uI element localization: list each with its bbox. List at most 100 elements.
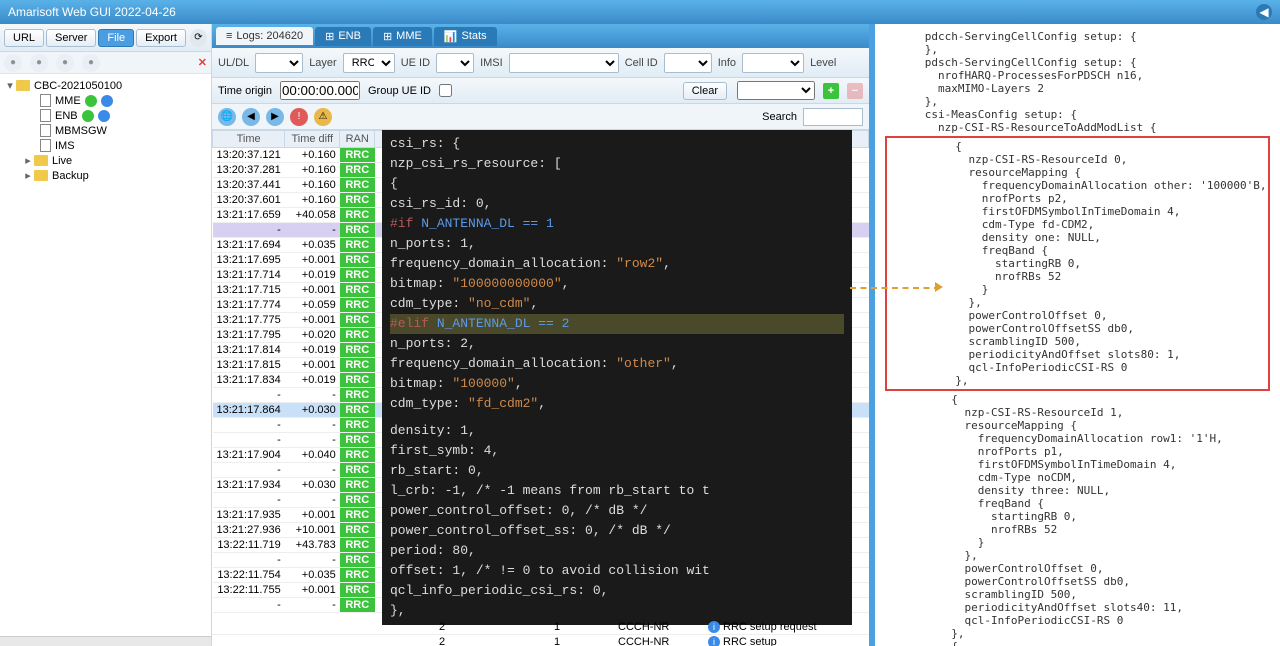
cell-diff: - [285, 388, 340, 403]
remove-filter-button[interactable]: − [847, 83, 863, 99]
page-icon [40, 94, 51, 107]
search-input[interactable] [803, 108, 863, 126]
filter-select[interactable] [737, 81, 815, 100]
tab-logs[interactable]: ≡Logs: 204620 [216, 27, 313, 45]
tab-enb[interactable]: ⊞ENB [315, 27, 371, 46]
tab-mme[interactable]: ⊞ MME [373, 27, 432, 46]
col-ran[interactable]: RAN [340, 131, 375, 148]
cell-time: 13:21:17.715 [213, 283, 285, 298]
cell-ran: RRC [340, 148, 375, 163]
cell-time: 13:21:17.904 [213, 448, 285, 463]
tree-item-ims[interactable]: IMS [40, 138, 207, 153]
next-icon[interactable]: ▶ [266, 108, 284, 126]
close-icon[interactable]: ✕ [198, 56, 207, 69]
scrollbar[interactable] [0, 636, 211, 646]
cell-diff: +0.001 [285, 508, 340, 523]
cell-time: - [213, 463, 285, 478]
highlighted-block: { nzp-CSI-RS-ResourceId 0, resourceMappi… [885, 136, 1270, 391]
tree-live[interactable]: ▸ Live [22, 153, 207, 168]
cellid-label: Cell ID [625, 57, 658, 69]
col-time[interactable]: Time [213, 131, 285, 148]
cell-ran: RRC [340, 283, 375, 298]
imsi-select[interactable] [509, 53, 619, 73]
layer-label: Layer [309, 57, 337, 69]
cell-ran: RRC [340, 403, 375, 418]
cell-diff: +0.019 [285, 343, 340, 358]
toggle-icon[interactable]: ▸ [22, 154, 34, 167]
export-button[interactable]: Export [136, 29, 186, 47]
cell-ran: RRC [340, 508, 375, 523]
warn-icon[interactable]: ⚠ [314, 108, 332, 126]
globe-icon[interactable]: 🌐 [218, 108, 236, 126]
tree-backup[interactable]: ▸ Backup [22, 168, 207, 183]
cell-time: 13:21:17.714 [213, 268, 285, 283]
cell-diff: +0.160 [285, 163, 340, 178]
add-filter-button[interactable]: + [823, 83, 839, 99]
tree-item-mme[interactable]: MME [40, 93, 207, 108]
tab-mme-label: MME [396, 30, 422, 42]
file-button[interactable]: File [98, 29, 134, 47]
cell-time: 13:21:17.814 [213, 343, 285, 358]
cell-ran: RRC [340, 268, 375, 283]
ueid-select[interactable] [436, 53, 474, 73]
url-button[interactable]: URL [4, 29, 44, 47]
msg-row[interactable]: 2 1 CCCH-NR iRRC setup [212, 635, 869, 646]
error-icon[interactable]: ! [290, 108, 308, 126]
toolbar-icon-4[interactable]: ● [82, 54, 100, 72]
cell-time: - [213, 598, 285, 613]
icon-toolbar: ● ● ● ● ✕ [0, 52, 211, 74]
tree-item-enb[interactable]: ENB [40, 108, 207, 123]
filter-bar: UL/DL LayerRRC UE ID IMSI Cell ID Info L… [212, 48, 869, 78]
cell-diff: - [285, 223, 340, 238]
toggle-icon[interactable]: ▾ [4, 79, 16, 92]
folder-icon [16, 80, 30, 91]
cell-time: 13:21:17.659 [213, 208, 285, 223]
refresh-icon[interactable]: ⟳ [190, 29, 207, 47]
cell-diff: +0.020 [285, 328, 340, 343]
cell-time: - [213, 223, 285, 238]
cell-ran: RRC [340, 313, 375, 328]
filter-bar-2: Time origin Group UE ID Clear + − [212, 78, 869, 104]
col-timediff[interactable]: Time diff [285, 131, 340, 148]
cell-ran: RRC [340, 208, 375, 223]
layer-select[interactable]: RRC [343, 53, 395, 73]
cell-time: 13:20:37.441 [213, 178, 285, 193]
cell-diff: - [285, 493, 340, 508]
tree-item-label: MME [55, 95, 81, 107]
cell-time: 13:20:37.601 [213, 193, 285, 208]
cellid-select[interactable] [664, 53, 712, 73]
toolbar-icon-3[interactable]: ● [56, 54, 74, 72]
tree-live-label: Live [52, 155, 72, 167]
toggle-icon[interactable]: ▸ [22, 169, 34, 182]
cell-ran: RRC [340, 163, 375, 178]
mme-icon: ⊞ [383, 30, 392, 43]
tree-root[interactable]: ▾ CBC-2021050100 [4, 78, 207, 93]
prev-icon[interactable]: ◀ [242, 108, 260, 126]
time-origin-input[interactable] [280, 81, 360, 100]
group-ueid-checkbox[interactable] [439, 84, 452, 97]
right-text-1: pdcch-ServingCellConfig setup: { }, pdsc… [885, 30, 1270, 134]
logs-icon: ≡ [226, 30, 232, 42]
cell-time: 13:21:17.935 [213, 508, 285, 523]
info-select[interactable] [742, 53, 804, 73]
msg-row[interactable]: 2 1 CCCH-NR iRRC setup request [212, 620, 869, 635]
uldl-select[interactable] [255, 53, 303, 73]
clear-button[interactable]: Clear [683, 82, 727, 100]
center-panel: ≡Logs: 204620 ⊞ENB ⊞MME 📊Stats UL/DL Lay… [212, 24, 872, 646]
tabbar: ≡Logs: 204620 ⊞ENB ⊞ MME 📊Stats [212, 24, 869, 48]
server-button[interactable]: Server [46, 29, 96, 47]
toolbar-icon-1[interactable]: ● [4, 54, 22, 72]
cell-diff: +0.030 [285, 478, 340, 493]
status-blue-icon [98, 110, 110, 122]
tree-item-mbmsgw[interactable]: MBMSGW [40, 123, 207, 138]
cell-ran: RRC [340, 538, 375, 553]
collapse-icon[interactable]: ◀ [1256, 4, 1272, 20]
status-blue-icon [101, 95, 113, 107]
cell-time: - [213, 433, 285, 448]
cell-time: 13:22:11.754 [213, 568, 285, 583]
cell-time: 13:21:17.834 [213, 373, 285, 388]
tab-stats[interactable]: 📊Stats [434, 27, 497, 46]
toolbar-icon-2[interactable]: ● [30, 54, 48, 72]
ueid-label: UE ID [401, 57, 430, 69]
cell-ran: RRC [340, 343, 375, 358]
